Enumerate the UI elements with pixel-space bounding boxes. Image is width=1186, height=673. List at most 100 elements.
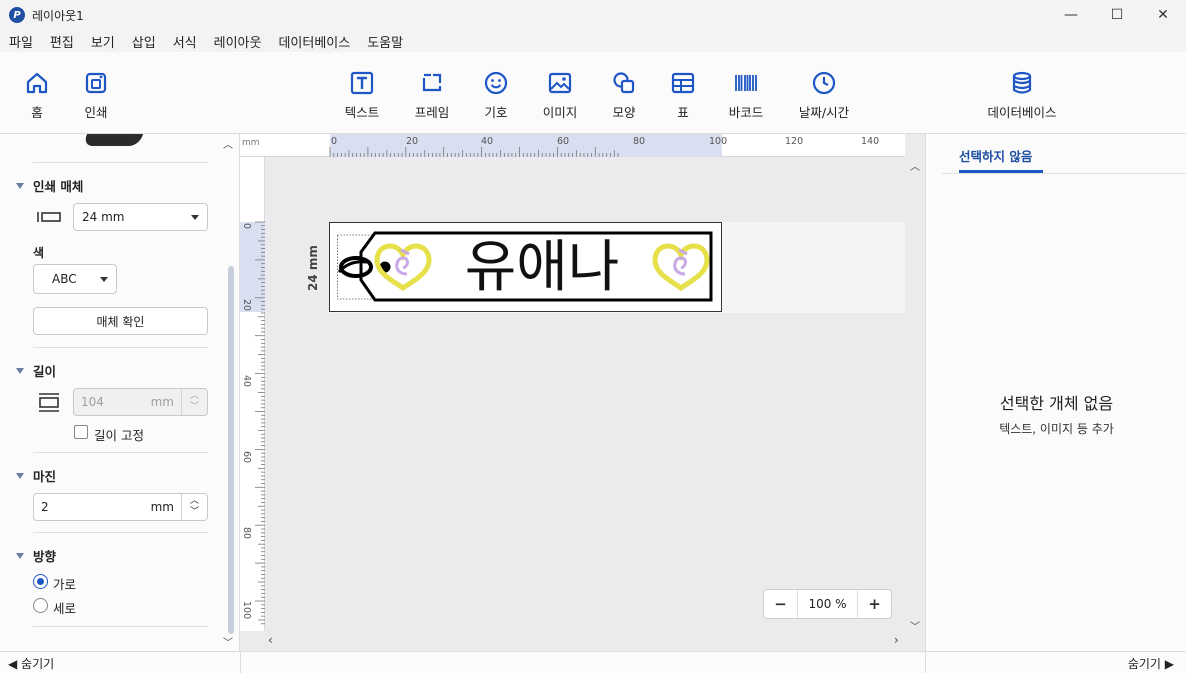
database-icon [1012, 71, 1032, 94]
length-icon [39, 393, 59, 412]
margin-input[interactable]: 2 mm ︿ ﹀ [33, 493, 208, 521]
media-width-dropdown[interactable]: 24 mm [73, 203, 208, 231]
canvas-scroll-down-icon[interactable]: ﹀ [910, 618, 920, 633]
h-tick-label: 80 [633, 136, 646, 147]
collapse-triangle-icon [16, 472, 24, 479]
smiley-icon [484, 71, 508, 95]
window-title: 레이아웃1 [32, 8, 84, 23]
tape-width-icon [37, 212, 61, 222]
margin-section-toggle[interactable]: 마진 [16, 466, 56, 485]
collapse-triangle-icon [16, 367, 24, 374]
length-value: 104 [81, 395, 104, 409]
symbol-button[interactable]: 기호 [464, 70, 528, 121]
v-tick-label: 60 [241, 451, 252, 464]
canvas-scroll-right-icon[interactable]: › [894, 633, 899, 647]
canvas-scroll-up-icon[interactable]: ︿ [910, 158, 920, 173]
barcode-button[interactable]: 바코드 [714, 70, 778, 121]
h-tick-label: 20 [406, 136, 419, 147]
home-button[interactable]: 홈 [5, 70, 69, 121]
h-tick-label: 0 [331, 136, 338, 147]
panel-scroll-up-icon[interactable]: ︿ [223, 136, 233, 151]
media-section-toggle[interactable]: 인쇄 매체 [16, 176, 83, 195]
print-icon [85, 72, 107, 94]
horizontal-ruler: mm 0 20 40 60 80 100 120 140 [240, 134, 905, 157]
color-dropdown[interactable]: ABC [33, 264, 117, 294]
shape-button[interactable]: 모양 [592, 70, 656, 121]
tab-no-selection[interactable]: 선택하지 않음 [959, 146, 1032, 165]
orientation-portrait-radio[interactable] [33, 598, 48, 613]
menu-database[interactable]: 데이터베이스 [269, 32, 358, 51]
orientation-landscape-radio[interactable] [33, 574, 48, 589]
collapse-triangle-icon [16, 552, 24, 559]
zoom-control: − 100 % + [763, 589, 892, 619]
minimize-button[interactable]: — [1048, 0, 1094, 30]
print-button[interactable]: 인쇄 [64, 70, 128, 121]
text-button[interactable]: 텍스트 [330, 70, 394, 121]
margin-stepper[interactable]: ︿ ﹀ [181, 494, 207, 520]
shapes-icon [613, 72, 635, 94]
stepper-up-icon[interactable]: ︿ [190, 391, 199, 402]
length-unit: mm [150, 395, 174, 409]
properties-panel: ︿ ﹀ 인쇄 매체 24 mm 색 ABC 매체 확인 길이 104 mm ︿ ﹀… [0, 134, 240, 651]
maximize-button[interactable]: ☐ [1094, 0, 1140, 30]
editor-canvas[interactable]: mm 0 20 40 60 80 100 120 140 0 20 40 60 … [240, 134, 925, 651]
menu-file[interactable]: 파일 [0, 32, 41, 51]
menu-edit[interactable]: 편집 [41, 32, 82, 51]
h-tick-label: 60 [557, 136, 570, 147]
v-tick-label: 40 [241, 375, 252, 388]
table-button[interactable]: 표 [651, 70, 715, 121]
check-media-button[interactable]: 매체 확인 [33, 307, 208, 335]
label-text: 유애나 [465, 235, 620, 300]
menu-help[interactable]: 도움말 [358, 32, 411, 51]
stepper-down-icon[interactable]: ﹀ [190, 507, 199, 518]
divider [942, 173, 1186, 174]
ribbon-toolbar: 홈 인쇄 텍스트 프레임 기호 이미지 모양 표 바코드 날짜/시간 데이터베이… [0, 52, 1186, 134]
hide-left-panel-button[interactable]: ◀ 숨기기 [8, 655, 54, 672]
barcode-icon [735, 75, 757, 91]
image-button[interactable]: 이미지 [528, 70, 592, 121]
divider [925, 652, 926, 673]
fixed-length-label: 길이 고정 [94, 428, 144, 443]
length-section-toggle[interactable]: 길이 [16, 361, 56, 380]
text-icon [350, 71, 374, 95]
clock-icon [812, 71, 836, 95]
canvas-scroll-left-icon[interactable]: ‹ [268, 633, 273, 647]
frame-button[interactable]: 프레임 [400, 70, 464, 121]
length-stepper[interactable]: ︿ ﹀ [181, 389, 207, 415]
panel-scroll-down-icon[interactable]: ﹀ [223, 634, 233, 649]
print-label: 인쇄 [84, 105, 108, 120]
orientation-section-toggle[interactable]: 방향 [16, 546, 56, 565]
menu-layout[interactable]: 레이아웃 [205, 32, 270, 51]
menu-bar: 파일 편집 보기 삽입 서식 레이아웃 데이터베이스 도움말 [0, 30, 411, 52]
color-value: ABC [52, 272, 77, 286]
menu-insert[interactable]: 삽입 [123, 32, 164, 51]
text-label: 텍스트 [344, 105, 380, 120]
v-tick-label: 20 [241, 299, 252, 312]
h-tick-label: 140 [861, 136, 880, 147]
panel-scrollbar[interactable] [228, 266, 234, 634]
v-tick-label: 0 [241, 223, 252, 230]
zoom-in-button[interactable]: + [858, 590, 891, 618]
datetime-button[interactable]: 날짜/시간 [792, 70, 856, 121]
stepper-down-icon[interactable]: ﹀ [190, 402, 199, 413]
datetime-label: 날짜/시간 [798, 105, 850, 120]
color-label: 색 [33, 246, 45, 260]
horizontal-ruler-ticks [329, 147, 619, 157]
image-icon [548, 72, 572, 94]
orientation-portrait-label: 세로 [53, 601, 77, 616]
menu-view[interactable]: 보기 [82, 32, 123, 51]
zoom-level[interactable]: 100 % [797, 590, 858, 618]
database-button[interactable]: 데이터베이스 [988, 70, 1057, 121]
hide-right-panel-button[interactable]: 숨기기 ▶ [1128, 655, 1174, 672]
object-panel: 선택하지 않음 선택한 개체 없음 텍스트, 이미지 등 추가 [925, 134, 1186, 651]
zoom-out-button[interactable]: − [764, 590, 797, 618]
menu-format[interactable]: 서식 [164, 32, 205, 51]
name-tag-image[interactable]: 유애나 [337, 230, 717, 304]
vertical-ruler: 0 20 40 60 80 100 [240, 157, 265, 631]
divider [33, 626, 208, 627]
stepper-up-icon[interactable]: ︿ [190, 496, 199, 507]
length-input[interactable]: 104 mm ︿ ﹀ [73, 388, 208, 416]
fixed-length-checkbox[interactable] [74, 425, 88, 439]
close-button[interactable]: ✕ [1140, 0, 1186, 30]
media-width-value: 24 mm [82, 210, 125, 224]
